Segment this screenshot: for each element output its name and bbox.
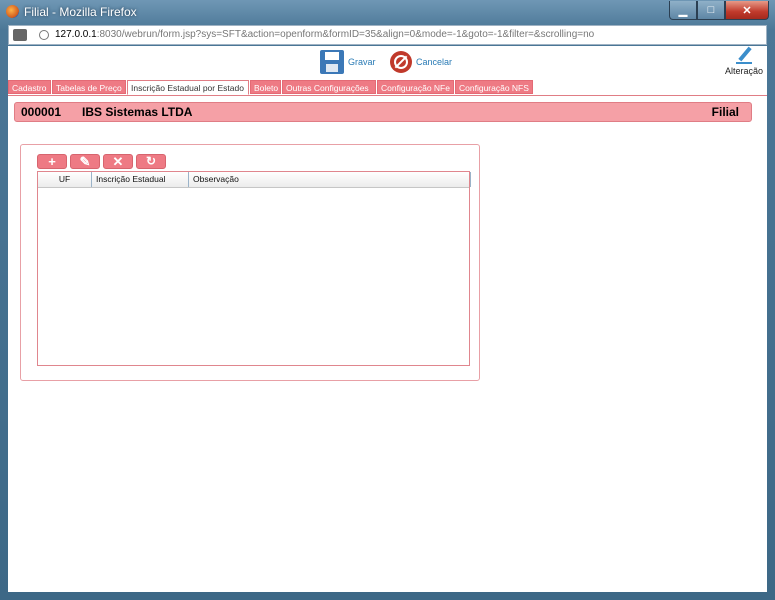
page-content: Gravar Cancelar Alteração Cadastro Tabel… — [8, 46, 767, 592]
firefox-icon — [6, 5, 19, 18]
minimize-button[interactable]: ▁ — [669, 1, 697, 20]
column-header-observacao[interactable]: Observação — [189, 172, 471, 187]
tab-inscricao-estadual[interactable]: Inscrição Estadual por Estado — [127, 80, 249, 95]
form-name: Filial — [711, 105, 739, 119]
column-header-uf[interactable]: UF — [38, 172, 92, 187]
url-host: 127.0.0.1 — [55, 29, 97, 40]
tab-configuracao-nfe[interactable]: Configuração NFe — [377, 80, 454, 94]
cancel-label: Cancelar — [416, 57, 453, 67]
delete-button[interactable]: ✕ — [103, 154, 133, 169]
cancel-icon — [390, 51, 412, 73]
address-bar[interactable]: 127.0.0.1:8030/webrun/form.jsp?sys=SFT&a… — [8, 25, 767, 45]
edit-button[interactable]: ✎ — [70, 154, 100, 169]
tab-boleto[interactable]: Boleto — [250, 80, 281, 94]
ie-grid[interactable]: UF Inscrição Estadual Observação — [37, 171, 471, 366]
globe-icon — [39, 30, 49, 40]
record-code: 000001 — [21, 105, 62, 119]
record-name: IBS Sistemas LTDA — [82, 105, 193, 119]
maximize-button[interactable]: □ — [697, 1, 725, 20]
form-toolbar: Gravar Cancelar Alteração — [8, 46, 767, 80]
title-bar[interactable]: Filial - Mozilla Firefox ▁ □ ✕ — [0, 0, 775, 24]
window-controls: ▁ □ ✕ — [669, 1, 769, 20]
save-button[interactable]: Gravar — [320, 50, 376, 74]
mode-label: Alteração — [724, 66, 764, 76]
ie-panel: + ✎ ✕ ↻ UF Inscrição Estadual Observação — [20, 144, 480, 381]
record-header: 000001 IBS Sistemas LTDA Filial — [14, 102, 752, 122]
page-icon — [13, 29, 27, 41]
cancel-button[interactable]: Cancelar — [390, 51, 452, 73]
edit-mode-indicator: Alteração — [724, 46, 764, 76]
url-path: :8030/webrun/form.jsp?sys=SFT&action=ope… — [96, 29, 595, 40]
tab-cadastro[interactable]: Cadastro — [8, 80, 51, 94]
pencil-icon — [736, 46, 752, 64]
tab-tabelas-de-preco[interactable]: Tabelas de Preço — [52, 80, 126, 94]
tab-outras-configuracoes[interactable]: Outras Configurações — [282, 80, 376, 94]
add-button[interactable]: + — [37, 154, 67, 169]
close-button[interactable]: ✕ — [725, 1, 769, 20]
column-header-inscricao-estadual[interactable]: Inscrição Estadual — [92, 172, 189, 187]
save-label: Gravar — [348, 57, 376, 67]
tab-configuracao-nfs[interactable]: Configuração NFS — [455, 80, 533, 94]
save-icon — [320, 50, 344, 74]
refresh-button[interactable]: ↻ — [136, 154, 166, 169]
browser-window: Filial - Mozilla Firefox ▁ □ ✕ 127.0.0.1… — [0, 0, 775, 600]
url-text[interactable]: 127.0.0.1:8030/webrun/form.jsp?sys=SFT&a… — [55, 29, 594, 40]
window-title: Filial - Mozilla Firefox — [24, 5, 137, 19]
grid-header: UF Inscrição Estadual Observação — [38, 172, 471, 188]
tab-bar: Cadastro Tabelas de Preço Inscrição Esta… — [8, 80, 767, 96]
